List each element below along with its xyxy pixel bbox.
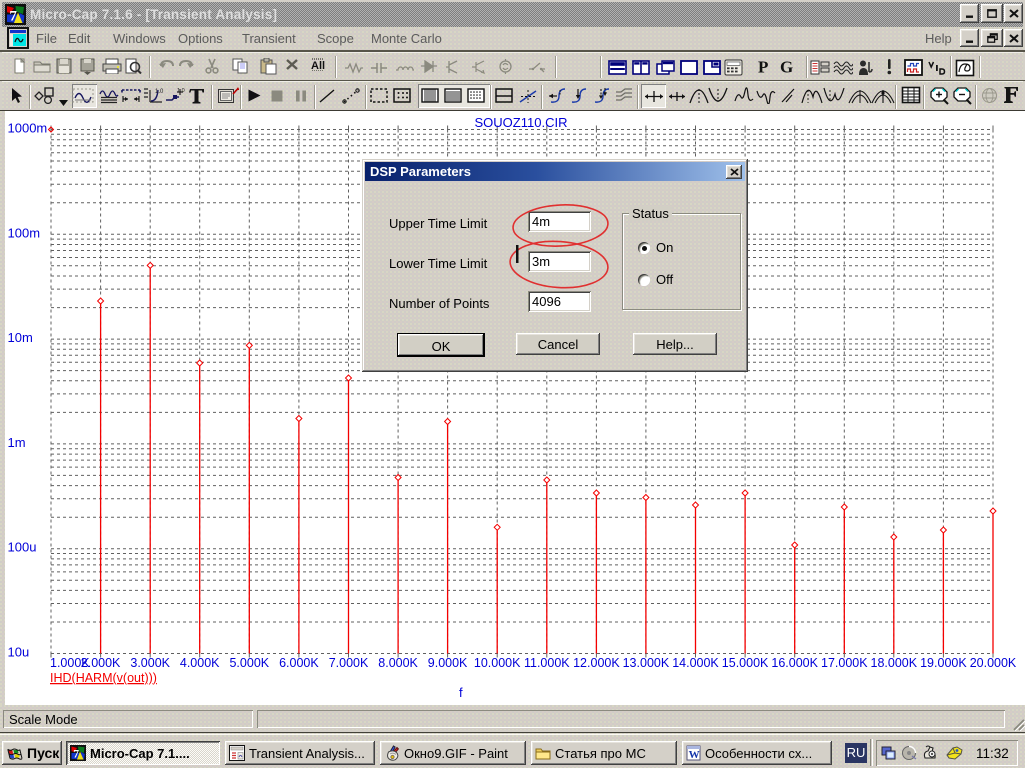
svg-text:1m: 1m <box>8 435 26 450</box>
svg-text:19.000K: 19.000K <box>920 656 967 670</box>
svg-text:2.000K: 2.000K <box>81 656 121 670</box>
svg-text:IHD(HARM(v(out))): IHD(HARM(v(out))) <box>50 671 157 685</box>
svg-text:11.000K: 11.000K <box>524 656 570 670</box>
svg-text:16.000K: 16.000K <box>771 656 818 670</box>
svg-text:18.000K: 18.000K <box>871 656 918 670</box>
svg-text:20.000K: 20.000K <box>970 656 1017 670</box>
svg-text:14.000K: 14.000K <box>672 656 719 670</box>
svg-text:1000m: 1000m <box>8 121 48 136</box>
svg-text:f: f <box>459 685 463 700</box>
svg-text:10.000K: 10.000K <box>474 656 521 670</box>
svg-text:All: All <box>311 60 325 71</box>
svg-text:10u: 10u <box>8 645 30 660</box>
svg-text:5.000K: 5.000K <box>229 656 269 670</box>
svg-text:4.000K: 4.000K <box>180 656 220 670</box>
svg-text:SOUOZ110.CIR: SOUOZ110.CIR <box>475 115 568 130</box>
svg-text:100m: 100m <box>8 225 41 240</box>
svg-text:10m: 10m <box>8 330 33 345</box>
svg-text:17.000K: 17.000K <box>821 656 868 670</box>
svg-text:9.000K: 9.000K <box>428 656 468 670</box>
svg-text:G: G <box>780 58 793 75</box>
svg-text:1.0: 1.0 <box>177 88 185 94</box>
svg-text:7: 7 <box>9 8 17 24</box>
svg-text:7.000K: 7.000K <box>329 656 369 670</box>
svg-text:6.000K: 6.000K <box>279 656 319 670</box>
svg-text:7: 7 <box>73 749 79 761</box>
svg-text:W: W <box>689 749 700 761</box>
svg-text:P: P <box>758 58 768 75</box>
svg-text:8.000K: 8.000K <box>378 656 418 670</box>
svg-text:13.000K: 13.000K <box>623 656 670 670</box>
svg-text:100u: 100u <box>8 540 37 555</box>
svg-text:15.000K: 15.000K <box>722 656 769 670</box>
svg-text:3.000K: 3.000K <box>130 656 170 670</box>
svg-text:12.000K: 12.000K <box>573 656 620 670</box>
svg-text:1.0: 1.0 <box>155 89 164 95</box>
